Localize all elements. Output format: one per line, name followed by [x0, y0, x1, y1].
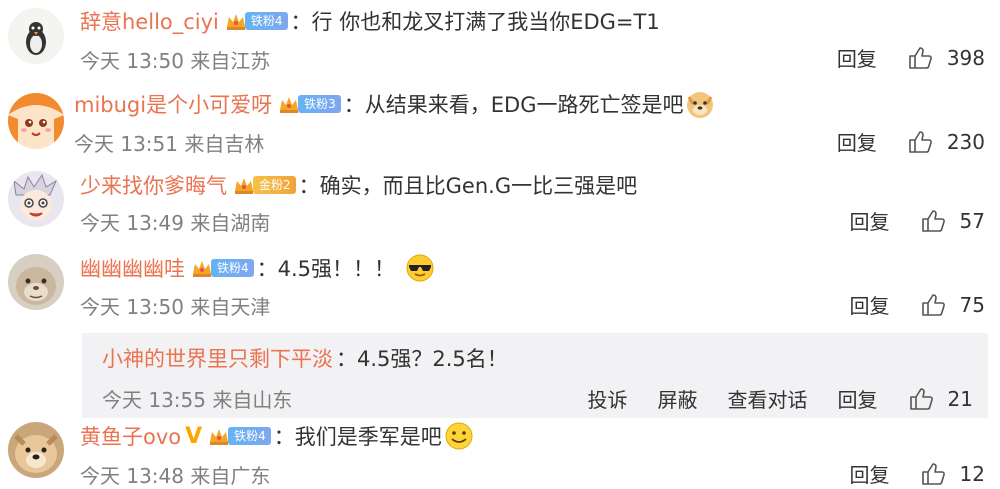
like-button[interactable]: 21 [908, 386, 973, 412]
doge-emoji-icon [685, 89, 715, 119]
separator: ： [336, 347, 357, 371]
like-count: 398 [946, 45, 985, 70]
comment-location: 来自天津 [190, 295, 271, 319]
block-button[interactable]: 屏蔽 [658, 384, 698, 413]
comment-location: 来自吉林 [184, 132, 265, 156]
smile-emoji-icon [444, 421, 474, 451]
fan-badge[interactable]: 铁粉3 [298, 95, 341, 113]
comment-text: 行 你也和龙叉打满了我当你EDG=T1 [311, 10, 660, 34]
thumbs-up-icon [909, 130, 932, 153]
like-count: 21 [947, 386, 973, 411]
crown-icon [225, 10, 247, 32]
username-link[interactable]: 辞意hello_ciyi [80, 6, 219, 36]
like-button[interactable]: 57 [920, 208, 985, 234]
thumbs-up-icon [909, 387, 933, 410]
like-button[interactable]: 230 [907, 129, 985, 155]
username-link[interactable]: mibugi是个小可爱呀 [74, 89, 272, 119]
reply-button[interactable]: 回复 [850, 290, 890, 319]
thumbs-up-icon [921, 462, 945, 485]
like-count: 12 [959, 461, 985, 486]
verified-v-icon: V [185, 423, 203, 449]
like-button[interactable]: 12 [920, 461, 985, 487]
thumbs-up-icon [921, 293, 945, 316]
comment-meta: 今天 13:50 来自天津 [80, 291, 270, 320]
comment-text: 确实，而且比Gen.G一比三强是吧 [319, 174, 638, 198]
comment-meta: 今天 13:50 来自江苏 [80, 45, 270, 74]
comment-time: 今天 13:49 [80, 211, 184, 235]
crown-icon [191, 257, 213, 279]
separator: ： [256, 257, 278, 281]
view-conversation-button[interactable]: 查看对话 [728, 384, 808, 413]
like-count: 57 [959, 208, 985, 233]
username-link[interactable]: 黄鱼子ovo [80, 421, 181, 451]
username-link[interactable]: 少来找你爹晦气 [80, 170, 227, 200]
avatar[interactable] [8, 422, 64, 478]
thumbs-up-icon [909, 46, 932, 69]
comment-text: 我们是季军是吧 [294, 425, 442, 449]
fan-badge[interactable]: 铁粉4 [244, 12, 288, 30]
like-button[interactable]: 398 [907, 45, 985, 71]
like-count: 75 [959, 292, 985, 317]
sub-reply-location: 来自山东 [212, 388, 293, 412]
reply-button[interactable]: 回复 [850, 459, 890, 488]
comment-text: 从结果来看，EDG一路死亡签是吧 [364, 93, 684, 117]
comment-text: 4.5强！！！ [277, 257, 396, 281]
separator: ： [273, 425, 295, 449]
comment-time: 今天 13:48 [80, 464, 184, 488]
fan-badge[interactable]: 铁粉4 [211, 259, 254, 277]
username-link[interactable]: 幽幽幽幽哇 [80, 253, 185, 283]
sub-reply-meta: 今天 13:55 来自山东 [102, 384, 292, 413]
separator: ： [298, 174, 320, 198]
avatar[interactable] [8, 171, 64, 227]
thumbs-up-icon [921, 209, 945, 232]
separator: ： [290, 10, 312, 34]
crown-icon [233, 174, 255, 196]
comment-meta: 今天 13:48 来自广东 [80, 460, 270, 489]
comment-meta: 今天 13:49 来自湖南 [80, 207, 270, 236]
avatar[interactable] [8, 8, 64, 64]
separator: ： [343, 93, 365, 117]
reply-button[interactable]: 回复 [838, 384, 878, 413]
comment-meta: 今天 13:51 来自吉林 [74, 128, 264, 157]
report-button[interactable]: 投诉 [588, 384, 628, 413]
cool-sunglasses-emoji-icon [405, 253, 435, 283]
comment-location: 来自湖南 [190, 211, 271, 235]
comment-location: 来自江苏 [190, 49, 271, 73]
sub-reply-time: 今天 13:55 [102, 388, 206, 412]
avatar[interactable] [8, 93, 64, 149]
reply-button[interactable]: 回复 [837, 43, 877, 72]
sub-reply-text: 4.5强？2.5名！ [357, 347, 508, 371]
comment-time: 今天 13:50 [80, 49, 184, 73]
crown-icon [278, 93, 300, 115]
comment-location: 来自广东 [190, 464, 271, 488]
comment-time: 今天 13:51 [74, 132, 178, 156]
reply-button[interactable]: 回复 [850, 206, 890, 235]
like-button[interactable]: 75 [920, 292, 985, 318]
like-count: 230 [946, 129, 985, 154]
reply-button[interactable]: 回复 [837, 127, 877, 156]
comment-time: 今天 13:50 [80, 295, 184, 319]
fan-badge[interactable]: 金粉2 [253, 176, 296, 194]
fan-badge[interactable]: 铁粉4 [228, 427, 271, 445]
sub-reply-username-link[interactable]: 小神的世界里只剩下平淡 [102, 343, 333, 373]
crown-icon [208, 425, 230, 447]
avatar[interactable] [8, 254, 64, 310]
